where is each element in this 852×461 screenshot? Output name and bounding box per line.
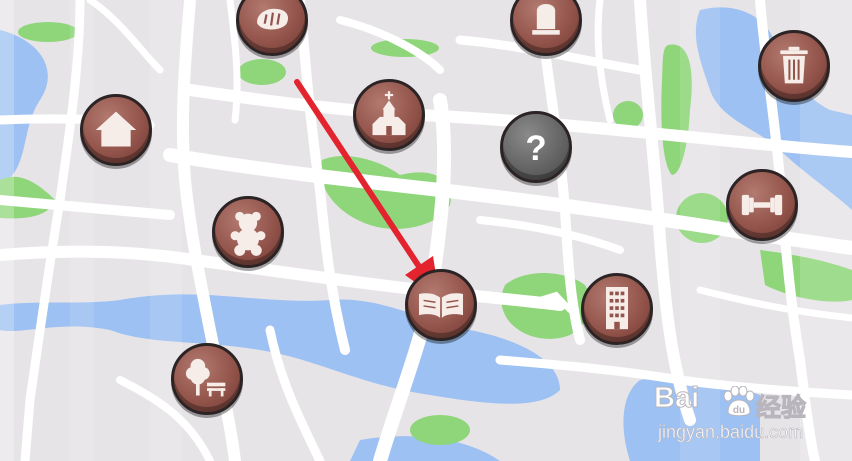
- recycling-location-button[interactable]: [758, 30, 830, 102]
- watermark-brand-left: Bai: [653, 382, 700, 415]
- question-mark-icon: ?: [525, 129, 546, 168]
- watermark-url: jingyan.baidu.com: [658, 422, 804, 443]
- svg-text:du: du: [733, 405, 745, 416]
- church-location-button[interactable]: [353, 79, 425, 151]
- tombstone-icon: [532, 3, 560, 35]
- office-building-location-button[interactable]: [581, 273, 653, 345]
- park-location-button[interactable]: [171, 343, 243, 415]
- dumbbell-icon: [741, 194, 783, 216]
- unknown-location-button[interactable]: ?: [500, 111, 572, 183]
- baidu-jingyan-watermark: Bai du 经验 jingyan.baidu.com: [652, 382, 848, 448]
- gym-location-button[interactable]: [726, 169, 798, 241]
- cemetery-location-button[interactable]: [510, 0, 582, 56]
- house-icon: [95, 111, 137, 147]
- library-location-button[interactable]: [405, 269, 477, 341]
- paw-icon: du: [723, 386, 755, 417]
- home-location-button[interactable]: [80, 94, 152, 166]
- tree-bench-icon: [185, 358, 226, 397]
- toy-store-location-button[interactable]: [212, 196, 284, 268]
- question-mark-label: ?: [525, 129, 546, 168]
- church-icon: [372, 91, 406, 136]
- open-book-icon: [419, 293, 463, 318]
- bakery-location-button[interactable]: [236, 0, 308, 56]
- bread-icon: [257, 8, 289, 30]
- teddy-bear-icon: [230, 211, 266, 256]
- building-icon: [606, 287, 628, 330]
- watermark-brand-right: 经验: [755, 394, 807, 423]
- trash-can-icon: [780, 46, 808, 84]
